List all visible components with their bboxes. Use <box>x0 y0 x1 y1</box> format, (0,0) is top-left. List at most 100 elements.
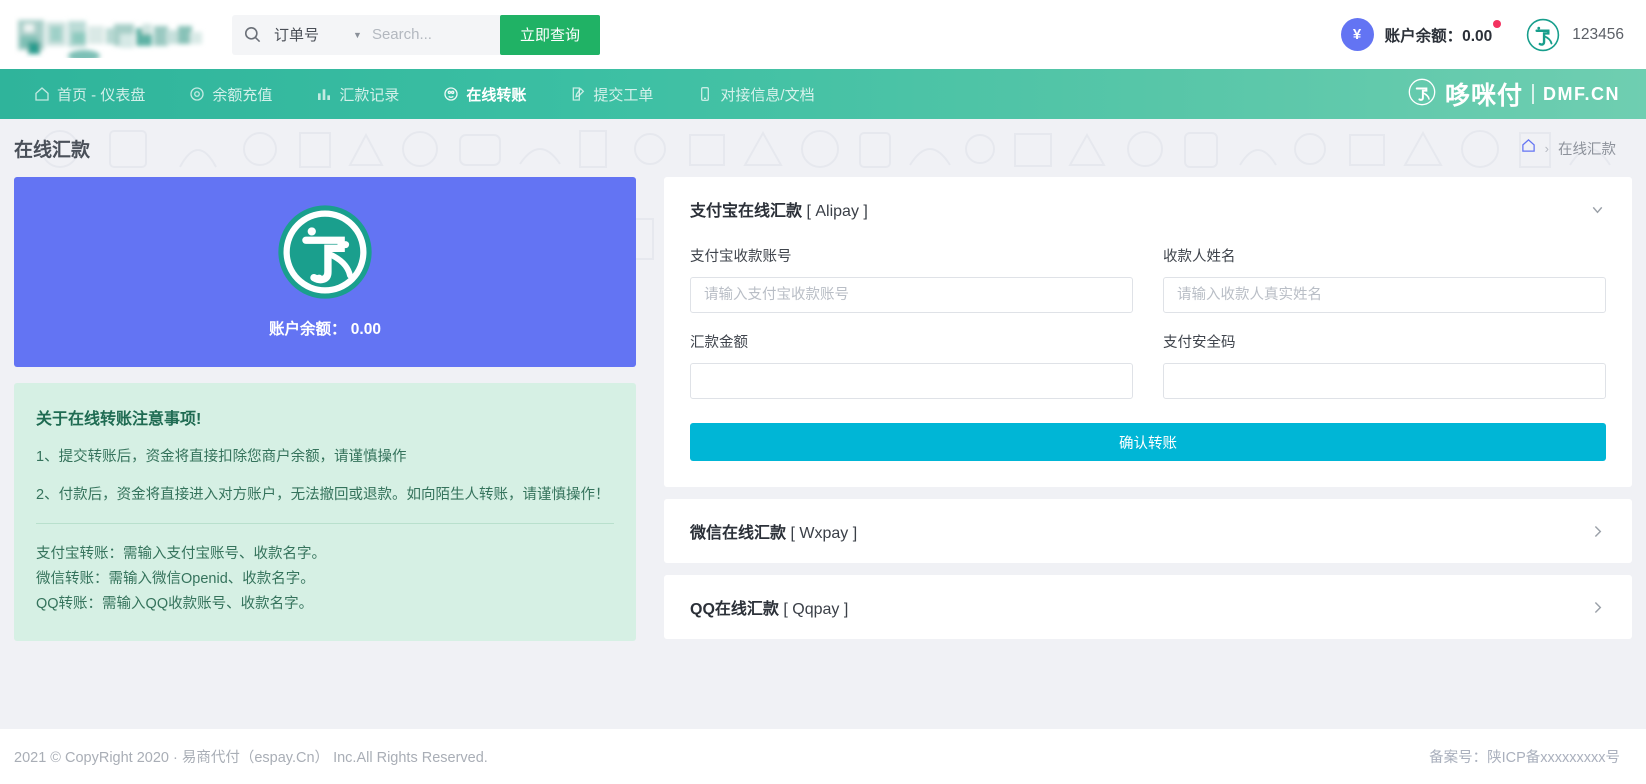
footer-copyright: 2021 © CopyRight 2020 · 易商代付（espay.Cn） I… <box>14 746 488 767</box>
nav-item-transfer[interactable]: 在线转账 <box>421 69 548 119</box>
field-amount: 汇款金额 <box>690 331 1133 399</box>
chevron-right-icon[interactable] <box>1589 523 1606 540</box>
input-amount[interactable] <box>690 363 1133 399</box>
panel-alipay: 支付宝在线汇款 [ Alipay ] 支付宝收款账号 <box>664 177 1632 487</box>
footer-icp-label: 备案号： <box>1429 750 1487 766</box>
label-payee-name: 收款人姓名 <box>1163 245 1606 266</box>
search-type-select[interactable]: 订单号 ▼ <box>272 15 372 55</box>
top-header: 订单号 ▼ 立即查询 ¥ 账户余额：0.00 <box>0 0 1646 69</box>
panel-qqpay-title: QQ在线汇款 [ Qqpay ] <box>690 595 848 619</box>
transfer-icon <box>443 86 459 102</box>
user-account[interactable]: 123456 <box>1526 18 1624 52</box>
breadcrumb-separator: › <box>1545 141 1549 156</box>
nav-item-records[interactable]: 汇款记录 <box>294 69 421 119</box>
left-column: 账户余额： 0.00 关于在线转账注意事项! 1、提交转账后，资金将直接扣除您商… <box>14 177 636 651</box>
user-id-label: 123456 <box>1572 26 1624 44</box>
field-alipay-account: 支付宝收款账号 <box>690 245 1133 313</box>
field-security-code: 支付安全码 <box>1163 331 1606 399</box>
label-amount: 汇款金额 <box>690 331 1133 352</box>
panel-alipay-title-latin: [ Alipay ] <box>806 203 867 220</box>
nav-label-dashboard: 首页 - 仪表盘 <box>57 84 145 105</box>
header-balance[interactable]: ¥ 账户余额：0.00 <box>1341 18 1493 51</box>
nav-item-dashboard[interactable]: 首页 - 仪表盘 <box>12 69 167 119</box>
notice-title: 关于在线转账注意事项! <box>36 405 614 429</box>
mobile-doc-icon <box>697 86 713 102</box>
blurred-logo-svg <box>14 12 214 58</box>
bar-chart-icon <box>316 86 332 102</box>
search-input[interactable] <box>372 15 500 55</box>
chevron-right-icon[interactable] <box>1589 599 1606 616</box>
notice-sub-1: 支付宝转账：需输入支付宝账号、收款名字。 <box>36 542 614 567</box>
footer-icp-value: 陕ICP备xxxxxxxxx号 <box>1487 750 1620 766</box>
nav-label-ticket: 提交工单 <box>593 84 653 105</box>
panel-wxpay-title: 微信在线汇款 [ Wxpay ] <box>690 519 857 543</box>
yen-icon: ¥ <box>1341 18 1374 51</box>
label-alipay-account: 支付宝收款账号 <box>690 245 1133 266</box>
target-icon <box>189 86 205 102</box>
input-payee-name[interactable] <box>1163 277 1606 313</box>
footer-icp: 备案号：陕ICP备xxxxxxxxx号 <box>1429 746 1620 767</box>
nav-item-docs[interactable]: 对接信息/文档 <box>675 69 836 119</box>
edit-document-icon <box>570 86 586 102</box>
panel-wxpay-title-cn: 微信在线汇款 <box>690 525 786 542</box>
right-column: 支付宝在线汇款 [ Alipay ] 支付宝收款账号 <box>664 177 1632 651</box>
panel-wxpay: 微信在线汇款 [ Wxpay ] <box>664 499 1632 563</box>
notice-sub-3: QQ转账：需输入QQ收款账号、收款名字。 <box>36 592 614 617</box>
brand-emblem-logo-icon <box>1526 18 1560 52</box>
page-root: 订单号 ▼ 立即查询 ¥ 账户余额：0.00 <box>0 0 1646 784</box>
panel-alipay-header[interactable]: 支付宝在线汇款 [ Alipay ] <box>664 177 1632 241</box>
balance-card-text: 账户余额： 0.00 <box>269 317 381 339</box>
search-type-value: 订单号 <box>274 24 319 45</box>
home-icon <box>34 86 50 102</box>
notice-item-2: 2、付款后，资金将直接进入对方账户，无法撤回或退款。如向陌生人转账，请谨慎操作！ <box>36 484 614 506</box>
field-payee-name: 收款人姓名 <box>1163 245 1606 313</box>
panel-qqpay-title-cn: QQ在线汇款 <box>690 601 779 618</box>
nav-label-recharge: 余额充值 <box>212 84 272 105</box>
brand-emblem-logo-icon <box>1408 78 1436 111</box>
content-area: 在线汇款 › 在线汇款 <box>0 119 1646 729</box>
confirm-transfer-button[interactable]: 确认转账 <box>690 423 1606 461</box>
nav-item-ticket[interactable]: 提交工单 <box>548 69 675 119</box>
header-balance-text: 账户余额：0.00 <box>1385 24 1493 46</box>
panel-qqpay-title-latin: [ Qqpay ] <box>783 601 848 618</box>
breadcrumb-current: 在线汇款 <box>1558 138 1616 159</box>
chevron-down-icon[interactable] <box>1589 201 1606 218</box>
brand-emblem-logo-icon <box>278 205 372 299</box>
search-submit-button[interactable]: 立即查询 <box>500 15 600 55</box>
page-title: 在线汇款 <box>14 135 90 162</box>
header-balance-label: 账户余额： <box>1385 28 1463 45</box>
notice-box: 关于在线转账注意事项! 1、提交转账后，资金将直接扣除您商户余额，请谨慎操作 2… <box>14 383 636 641</box>
panel-wxpay-header[interactable]: 微信在线汇款 [ Wxpay ] <box>664 499 1632 563</box>
search-bar: 订单号 ▼ 立即查询 <box>232 15 600 55</box>
main-navbar: 首页 - 仪表盘 余额充值 汇款记录 <box>0 69 1646 119</box>
nav-label-records: 汇款记录 <box>339 84 399 105</box>
panel-alipay-body: 支付宝收款账号 收款人姓名 汇款金额 <box>664 241 1632 487</box>
nav-item-recharge[interactable]: 余额充值 <box>167 69 294 119</box>
header-right-group: ¥ 账户余额：0.00 123456 <box>1341 18 1624 52</box>
panel-qqpay: QQ在线汇款 [ Qqpay ] <box>664 575 1632 639</box>
label-security-code: 支付安全码 <box>1163 331 1606 352</box>
merchant-logo-blurred[interactable] <box>14 12 214 58</box>
notification-dot-icon <box>1493 20 1501 28</box>
notice-sub-2: 微信转账：需输入微信Openid、收款名字。 <box>36 567 614 592</box>
balance-card: 账户余额： 0.00 <box>14 177 636 367</box>
panel-alipay-title: 支付宝在线汇款 [ Alipay ] <box>690 197 868 221</box>
notice-divider <box>36 523 614 524</box>
panel-qqpay-header[interactable]: QQ在线汇款 [ Qqpay ] <box>664 575 1632 639</box>
input-alipay-account[interactable] <box>690 277 1133 313</box>
home-icon[interactable] <box>1521 138 1536 158</box>
panel-wxpay-title-latin: [ Wxpay ] <box>790 525 857 542</box>
notice-item-1: 1、提交转账后，资金将直接扣除您商户余额，请谨慎操作 <box>36 446 614 468</box>
header-balance-amount: 0.00 <box>1462 28 1492 45</box>
brand-divider <box>1532 84 1534 104</box>
brand-name: 哆咪付 <box>1445 76 1523 112</box>
caret-down-icon: ▼ <box>353 30 362 40</box>
input-security-code[interactable] <box>1163 363 1606 399</box>
search-icon[interactable] <box>232 25 272 44</box>
alipay-form: 支付宝收款账号 收款人姓名 汇款金额 <box>690 245 1606 413</box>
nav-label-transfer: 在线转账 <box>466 84 526 105</box>
page-footer: 2021 © CopyRight 2020 · 易商代付（espay.Cn） I… <box>0 729 1646 784</box>
nav-label-docs: 对接信息/文档 <box>720 84 814 105</box>
main-columns: 账户余额： 0.00 关于在线转账注意事项! 1、提交转账后，资金将直接扣除您商… <box>0 177 1646 651</box>
panel-alipay-title-cn: 支付宝在线汇款 <box>690 203 802 220</box>
